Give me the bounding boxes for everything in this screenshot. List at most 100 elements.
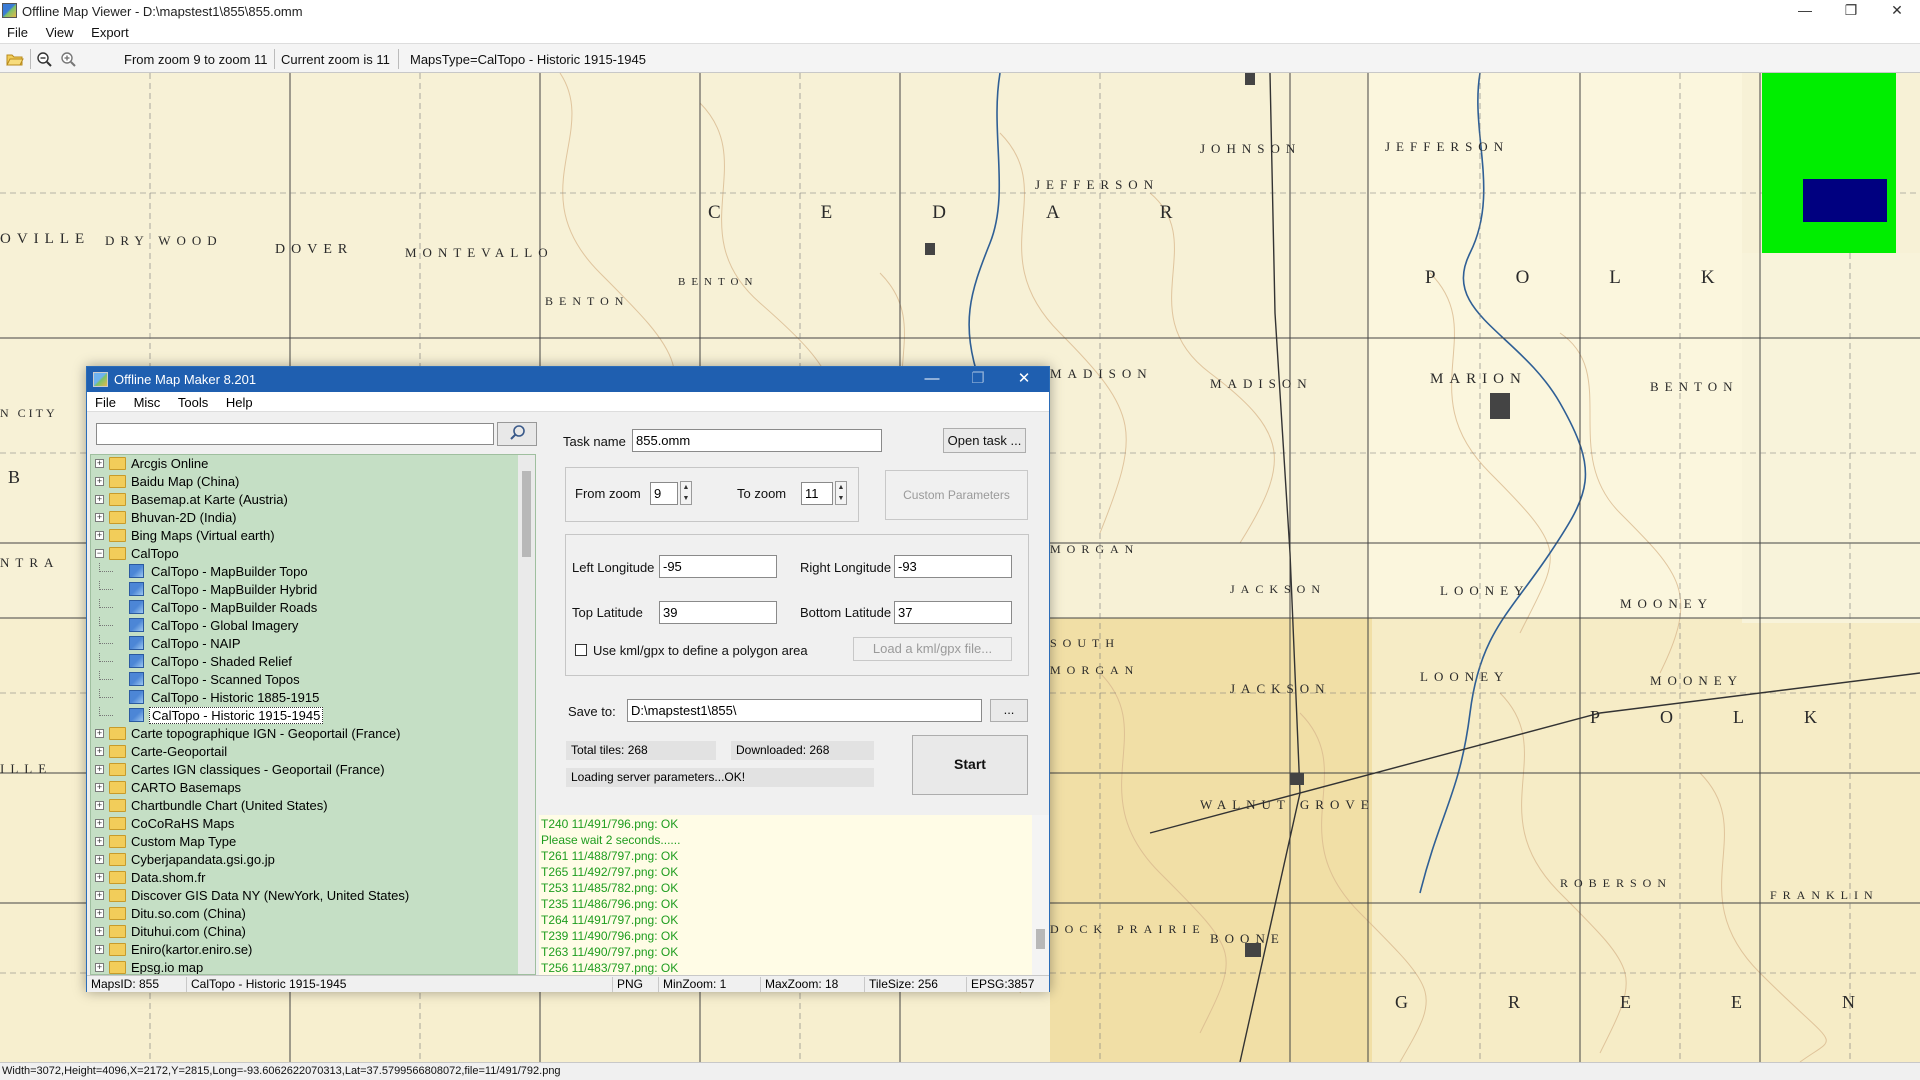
tree-item[interactable]: CalTopo - MapBuilder Topo [91,563,519,581]
minimize-button[interactable]: — [1782,0,1828,23]
open-folder-icon[interactable] [6,51,24,67]
top-latitude-input[interactable]: 39 [659,601,777,624]
expand-icon[interactable]: + [95,459,104,468]
tree-item[interactable]: CalTopo - Global Imagery [91,617,519,635]
tree-item[interactable]: + Data.shom.fr [91,869,519,887]
tree-item[interactable]: + Carte topographique IGN - Geoportail (F… [91,725,519,743]
use-kml-checkbox[interactable] [575,644,587,656]
tree-item[interactable]: + Cartes IGN classiques - Geoportail (Fra… [91,761,519,779]
dialog-minimize-button[interactable]: — [909,367,955,392]
expand-icon[interactable]: + [95,495,104,504]
expand-icon[interactable]: + [95,873,104,882]
expand-icon[interactable]: + [95,963,104,972]
tree-item[interactable]: + Eniro(kartor.eniro.se) [91,941,519,959]
tree-item[interactable]: + Baidu Map (China) [91,473,519,491]
tree-item[interactable]: − CalTopo [91,545,519,563]
map-search-input[interactable] [96,423,494,445]
custom-parameters-button[interactable]: Custom Parameters [885,470,1028,520]
right-longitude-input[interactable]: -93 [894,555,1012,578]
tree-scrollbar[interactable] [518,455,535,974]
from-zoom-input[interactable]: 9 [650,482,678,505]
expand-icon[interactable]: + [95,783,104,792]
tree-item[interactable]: + Arcgis Online [91,455,519,473]
dialog-menu-file[interactable]: File [87,392,122,410]
collapse-icon[interactable]: − [95,549,104,558]
map-type-tree[interactable]: + Arcgis Online + Baidu Map (China) + Basemap… [90,454,536,975]
dialog-maximize-button[interactable]: ❐ [955,367,1001,392]
menu-view[interactable]: View [39,23,81,40]
zoom-out-icon[interactable] [36,51,54,67]
spin-down-icon[interactable]: ▼ [836,493,846,504]
map-layer-icon [129,636,144,650]
expand-icon[interactable]: + [95,855,104,864]
log-scrollbar-thumb[interactable] [1036,929,1045,949]
start-button[interactable]: Start [912,735,1028,795]
to-zoom-input[interactable]: 11 [801,482,833,505]
save-to-input[interactable]: D:\mapstest1\855\ [627,699,982,722]
tree-item[interactable]: + Chartbundle Chart (United States) [91,797,519,815]
tree-item[interactable]: + Epsg.io map [91,959,519,974]
tree-item[interactable]: + Carte-Geoportail [91,743,519,761]
search-button[interactable] [497,422,537,446]
dialog-menu-tools[interactable]: Tools [170,392,214,410]
tree-item[interactable]: CalTopo - NAIP [91,635,519,653]
map-label: DRY WOOD [105,233,223,248]
tree-item-label: Ditu.so.com (China) [131,906,246,921]
expand-icon[interactable]: + [95,513,104,522]
expand-icon[interactable]: + [95,891,104,900]
expand-icon[interactable]: + [95,837,104,846]
expand-icon[interactable]: + [95,747,104,756]
zoom-in-icon[interactable] [60,51,78,67]
from-zoom-spinner[interactable]: ▲ ▼ [680,481,692,505]
overview-minimap[interactable] [1762,73,1896,253]
expand-icon[interactable]: + [95,819,104,828]
expand-icon[interactable]: + [95,531,104,540]
tree-item[interactable]: + CoCoRaHS Maps [91,815,519,833]
tree-item[interactable]: + Ditu.so.com (China) [91,905,519,923]
browse-button[interactable]: ... [990,699,1028,722]
tree-item[interactable]: CalTopo - Shaded Relief [91,653,519,671]
tree-scrollbar-thumb[interactable] [522,471,531,557]
tree-item[interactable]: CalTopo - MapBuilder Hybrid [91,581,519,599]
to-zoom-spinner[interactable]: ▲ ▼ [835,481,847,505]
dialog-close-button[interactable]: ✕ [1001,367,1047,392]
total-tiles-text: Total tiles: 268 [566,741,716,760]
tree-item[interactable]: + Bing Maps (Virtual earth) [91,527,519,545]
left-longitude-input[interactable]: -95 [659,555,777,578]
spin-up-icon[interactable]: ▲ [681,482,691,493]
close-button[interactable]: ✕ [1874,0,1920,23]
menu-file[interactable]: File [0,23,35,40]
tree-item[interactable]: + Dituhui.com (China) [91,923,519,941]
overview-viewport[interactable] [1803,179,1887,222]
expand-icon[interactable]: + [95,945,104,954]
open-task-button[interactable]: Open task ... [943,428,1026,453]
bottom-latitude-input[interactable]: 37 [894,601,1012,624]
map-label: CEDAR [708,202,1272,223]
spin-down-icon[interactable]: ▼ [681,493,691,504]
tree-item[interactable]: + Discover GIS Data NY (NewYork, United S… [91,887,519,905]
log-scrollbar[interactable] [1032,815,1049,975]
dialog-menu-misc[interactable]: Misc [126,392,167,410]
dialog-menu-help[interactable]: Help [218,392,259,410]
tree-item[interactable]: CalTopo - Scanned Topos [91,671,519,689]
maximize-button[interactable]: ❐ [1828,0,1874,23]
tree-item[interactable]: CalTopo - Historic 1885-1915 [91,689,519,707]
tree-item[interactable]: CalTopo - MapBuilder Roads [91,599,519,617]
expand-icon[interactable]: + [95,927,104,936]
tree-item[interactable]: + Bhuvan-2D (India) [91,509,519,527]
expand-icon[interactable]: + [95,729,104,738]
tree-item[interactable]: + Custom Map Type [91,833,519,851]
tree-item[interactable]: + Cyberjapandata.gsi.go.jp [91,851,519,869]
expand-icon[interactable]: + [95,909,104,918]
spin-up-icon[interactable]: ▲ [836,482,846,493]
menu-export[interactable]: Export [84,23,136,40]
expand-icon[interactable]: + [95,477,104,486]
task-name-input[interactable]: 855.omm [632,429,882,452]
expand-icon[interactable]: + [95,801,104,810]
tree-item[interactable]: + Basemap.at Karte (Austria) [91,491,519,509]
tree-item[interactable]: CalTopo - Historic 1915-1945 [91,707,519,725]
load-kml-button[interactable]: Load a kml/gpx file... [853,637,1012,661]
tree-item-label-selected: CalTopo - Historic 1915-1945 [149,707,324,724]
expand-icon[interactable]: + [95,765,104,774]
tree-item[interactable]: + CARTO Basemaps [91,779,519,797]
